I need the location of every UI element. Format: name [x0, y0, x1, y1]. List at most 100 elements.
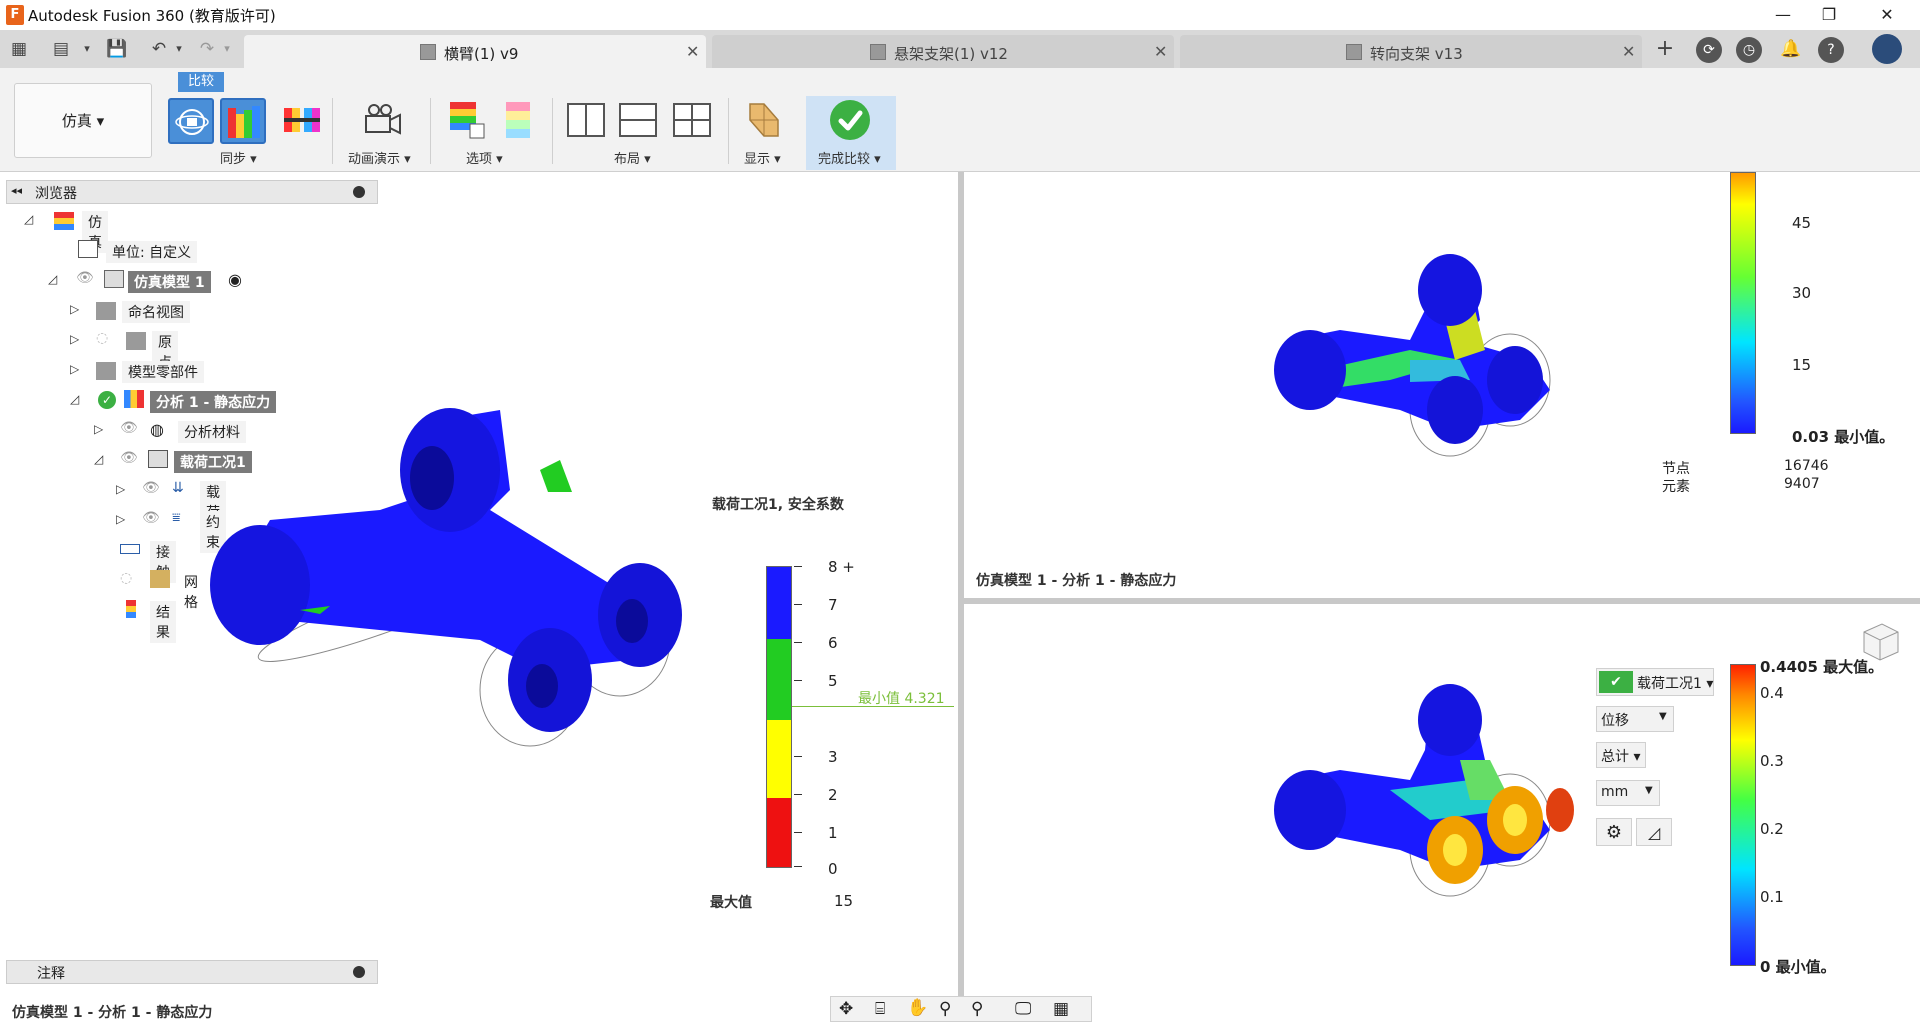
load-case-icon: [148, 450, 168, 468]
visibility-hidden-icon[interactable]: ◌: [96, 330, 108, 346]
layout-stacked-icon[interactable]: [616, 98, 660, 142]
bottom-right-legend-bar[interactable]: [1730, 664, 1756, 966]
animation-group-label[interactable]: 动画演示 ▾: [348, 148, 411, 167]
top-right-legend-bar[interactable]: [1730, 172, 1756, 434]
redo-dropdown-icon[interactable]: ▾: [214, 36, 240, 62]
analysis-icon: [124, 390, 144, 408]
grid-settings-icon[interactable]: ▦: [1053, 999, 1069, 1019]
visibility-eye-icon[interactable]: 👁: [76, 270, 94, 286]
viewport-horizontal-splitter[interactable]: [964, 598, 1920, 604]
left-legend-ticks: [794, 566, 802, 868]
close-tab-icon[interactable]: ✕: [1622, 42, 1635, 61]
expand-triangle-icon[interactable]: ▷: [116, 482, 125, 496]
sync-legend-icon[interactable]: [220, 98, 266, 144]
new-tab-icon[interactable]: +: [1652, 36, 1678, 62]
triangle-options-icon[interactable]: ◿: [1636, 818, 1672, 846]
expand-triangle-icon[interactable]: ▷: [116, 512, 125, 526]
undo-dropdown-icon[interactable]: ▾: [166, 36, 192, 62]
tree-label: 单位: 自定义: [106, 241, 198, 263]
file-dropdown-icon[interactable]: ▾: [74, 36, 100, 62]
save-icon[interactable]: 💾: [104, 36, 130, 62]
visibility-eye-icon[interactable]: 👁: [120, 450, 138, 466]
workspace-switcher-button[interactable]: 仿真 ▾: [14, 83, 152, 158]
expand-triangle-icon[interactable]: ▷: [70, 332, 79, 346]
display-group-label[interactable]: 显示 ▾: [744, 148, 781, 167]
left-legend-max-label: 最大值: [710, 895, 752, 911]
visibility-eye-icon[interactable]: 👁: [142, 480, 160, 496]
restore-button[interactable]: ❐: [1806, 2, 1852, 28]
expand-triangle-icon[interactable]: ▷: [94, 422, 103, 436]
title-bar: F Autodesk Fusion 360 (教育版许可) — ❐ ✕: [0, 0, 1920, 30]
expand-triangle-icon[interactable]: ◿: [70, 392, 79, 406]
sync-cameras-icon[interactable]: [168, 98, 214, 144]
tab-label: 转向支架 v13: [1370, 45, 1463, 63]
result-type-dropdown[interactable]: 位移 ▼: [1596, 706, 1674, 732]
settings-gear-icon[interactable]: ⚙: [1596, 818, 1632, 846]
sync-results-icon[interactable]: [280, 98, 324, 142]
toolbar-separator: [332, 98, 333, 164]
bottom-right-viewport-model[interactable]: [1260, 680, 1590, 920]
tab-steering-bracket[interactable]: 转向支架 v13 ✕: [1180, 35, 1642, 68]
close-tab-icon[interactable]: ✕: [686, 42, 699, 61]
expand-panel-icon[interactable]: [353, 966, 365, 978]
sync-group-label[interactable]: 同步 ▾: [220, 148, 257, 167]
top-right-legend-min-label: 0.03 最小值。: [1792, 428, 1895, 446]
options-legend-icon[interactable]: [446, 98, 490, 142]
display-settings-icon[interactable]: 🖵: [1015, 999, 1031, 1019]
notes-panel-header[interactable]: 注释: [6, 960, 378, 984]
extensions-icon[interactable]: ⟳: [1696, 37, 1722, 63]
top-right-viewport-model[interactable]: [1260, 250, 1590, 480]
left-legend-tick-label: 6: [828, 634, 838, 652]
orbit-icon[interactable]: ✥: [839, 999, 853, 1019]
expand-triangle-icon[interactable]: ◿: [94, 452, 103, 466]
mesh-icon: [150, 570, 170, 588]
left-legend-tick-label: 5: [828, 672, 838, 690]
viewport-vertical-splitter[interactable]: [958, 172, 964, 1000]
close-button[interactable]: ✕: [1864, 2, 1910, 28]
view-cube-icon[interactable]: [1856, 616, 1902, 662]
layout-group-label[interactable]: 布局 ▾: [614, 148, 651, 167]
notifications-icon[interactable]: 🔔: [1778, 36, 1804, 62]
look-at-icon[interactable]: ⌸: [875, 999, 885, 1019]
browser-panel-header[interactable]: ◂◂ 浏览器: [6, 180, 378, 204]
left-viewport-model[interactable]: [180, 370, 740, 770]
expand-triangle-icon[interactable]: ▷: [70, 362, 79, 376]
zoom-icon[interactable]: ⚲: [939, 999, 951, 1019]
layout-side-by-side-icon[interactable]: [564, 98, 608, 142]
pin-panel-icon[interactable]: [353, 186, 365, 198]
options-gradient-icon[interactable]: [496, 98, 540, 142]
top-right-legend-tick-label: 15: [1792, 356, 1812, 374]
tab-suspension-bracket[interactable]: 悬架支架(1) v12 ✕: [712, 35, 1174, 68]
component-dropdown[interactable]: 总计 ▾: [1596, 742, 1646, 768]
load-case-selector[interactable]: ✔ 载荷工况1 ▾: [1596, 668, 1714, 696]
folder-icon: [96, 302, 116, 320]
visibility-eye-icon[interactable]: 👁: [120, 420, 138, 436]
minimize-button[interactable]: —: [1760, 2, 1806, 28]
activate-radio-icon[interactable]: ◉: [228, 270, 242, 289]
pan-hand-icon[interactable]: ✋: [907, 998, 928, 1018]
options-group-label[interactable]: 选项 ▾: [466, 148, 503, 167]
expand-triangle-icon[interactable]: ▷: [70, 302, 79, 316]
display-icon[interactable]: [742, 98, 786, 142]
expand-triangle-icon[interactable]: ◿: [24, 212, 33, 226]
job-status-icon[interactable]: ◷: [1736, 37, 1762, 63]
close-tab-icon[interactable]: ✕: [1154, 42, 1167, 61]
animation-icon[interactable]: [360, 98, 404, 142]
fit-zoom-icon[interactable]: ⚲: [971, 999, 983, 1019]
user-avatar[interactable]: [1872, 34, 1902, 64]
unit-dropdown[interactable]: mm ▼: [1596, 780, 1660, 806]
tick-mark: [794, 566, 802, 567]
collapse-panel-icon[interactable]: ◂◂: [11, 184, 22, 197]
visibility-hidden-icon[interactable]: ◌: [120, 570, 132, 586]
chevron-down-icon: ▼: [1659, 711, 1667, 722]
file-icon[interactable]: ▤: [48, 36, 74, 62]
finish-compare-button[interactable]: 完成比较 ▾: [806, 96, 896, 170]
visibility-eye-icon[interactable]: 👁: [142, 510, 160, 526]
tab-crossarm[interactable]: 横臂(1) v9 ✕: [244, 35, 706, 68]
layout-three-view-icon[interactable]: [670, 98, 714, 142]
grid-menu-icon[interactable]: ▦: [6, 36, 32, 62]
left-legend-bar[interactable]: [766, 566, 792, 868]
help-icon[interactable]: ?: [1818, 37, 1844, 63]
compare-tab[interactable]: 比较: [178, 72, 224, 92]
expand-triangle-icon[interactable]: ◿: [48, 272, 57, 286]
